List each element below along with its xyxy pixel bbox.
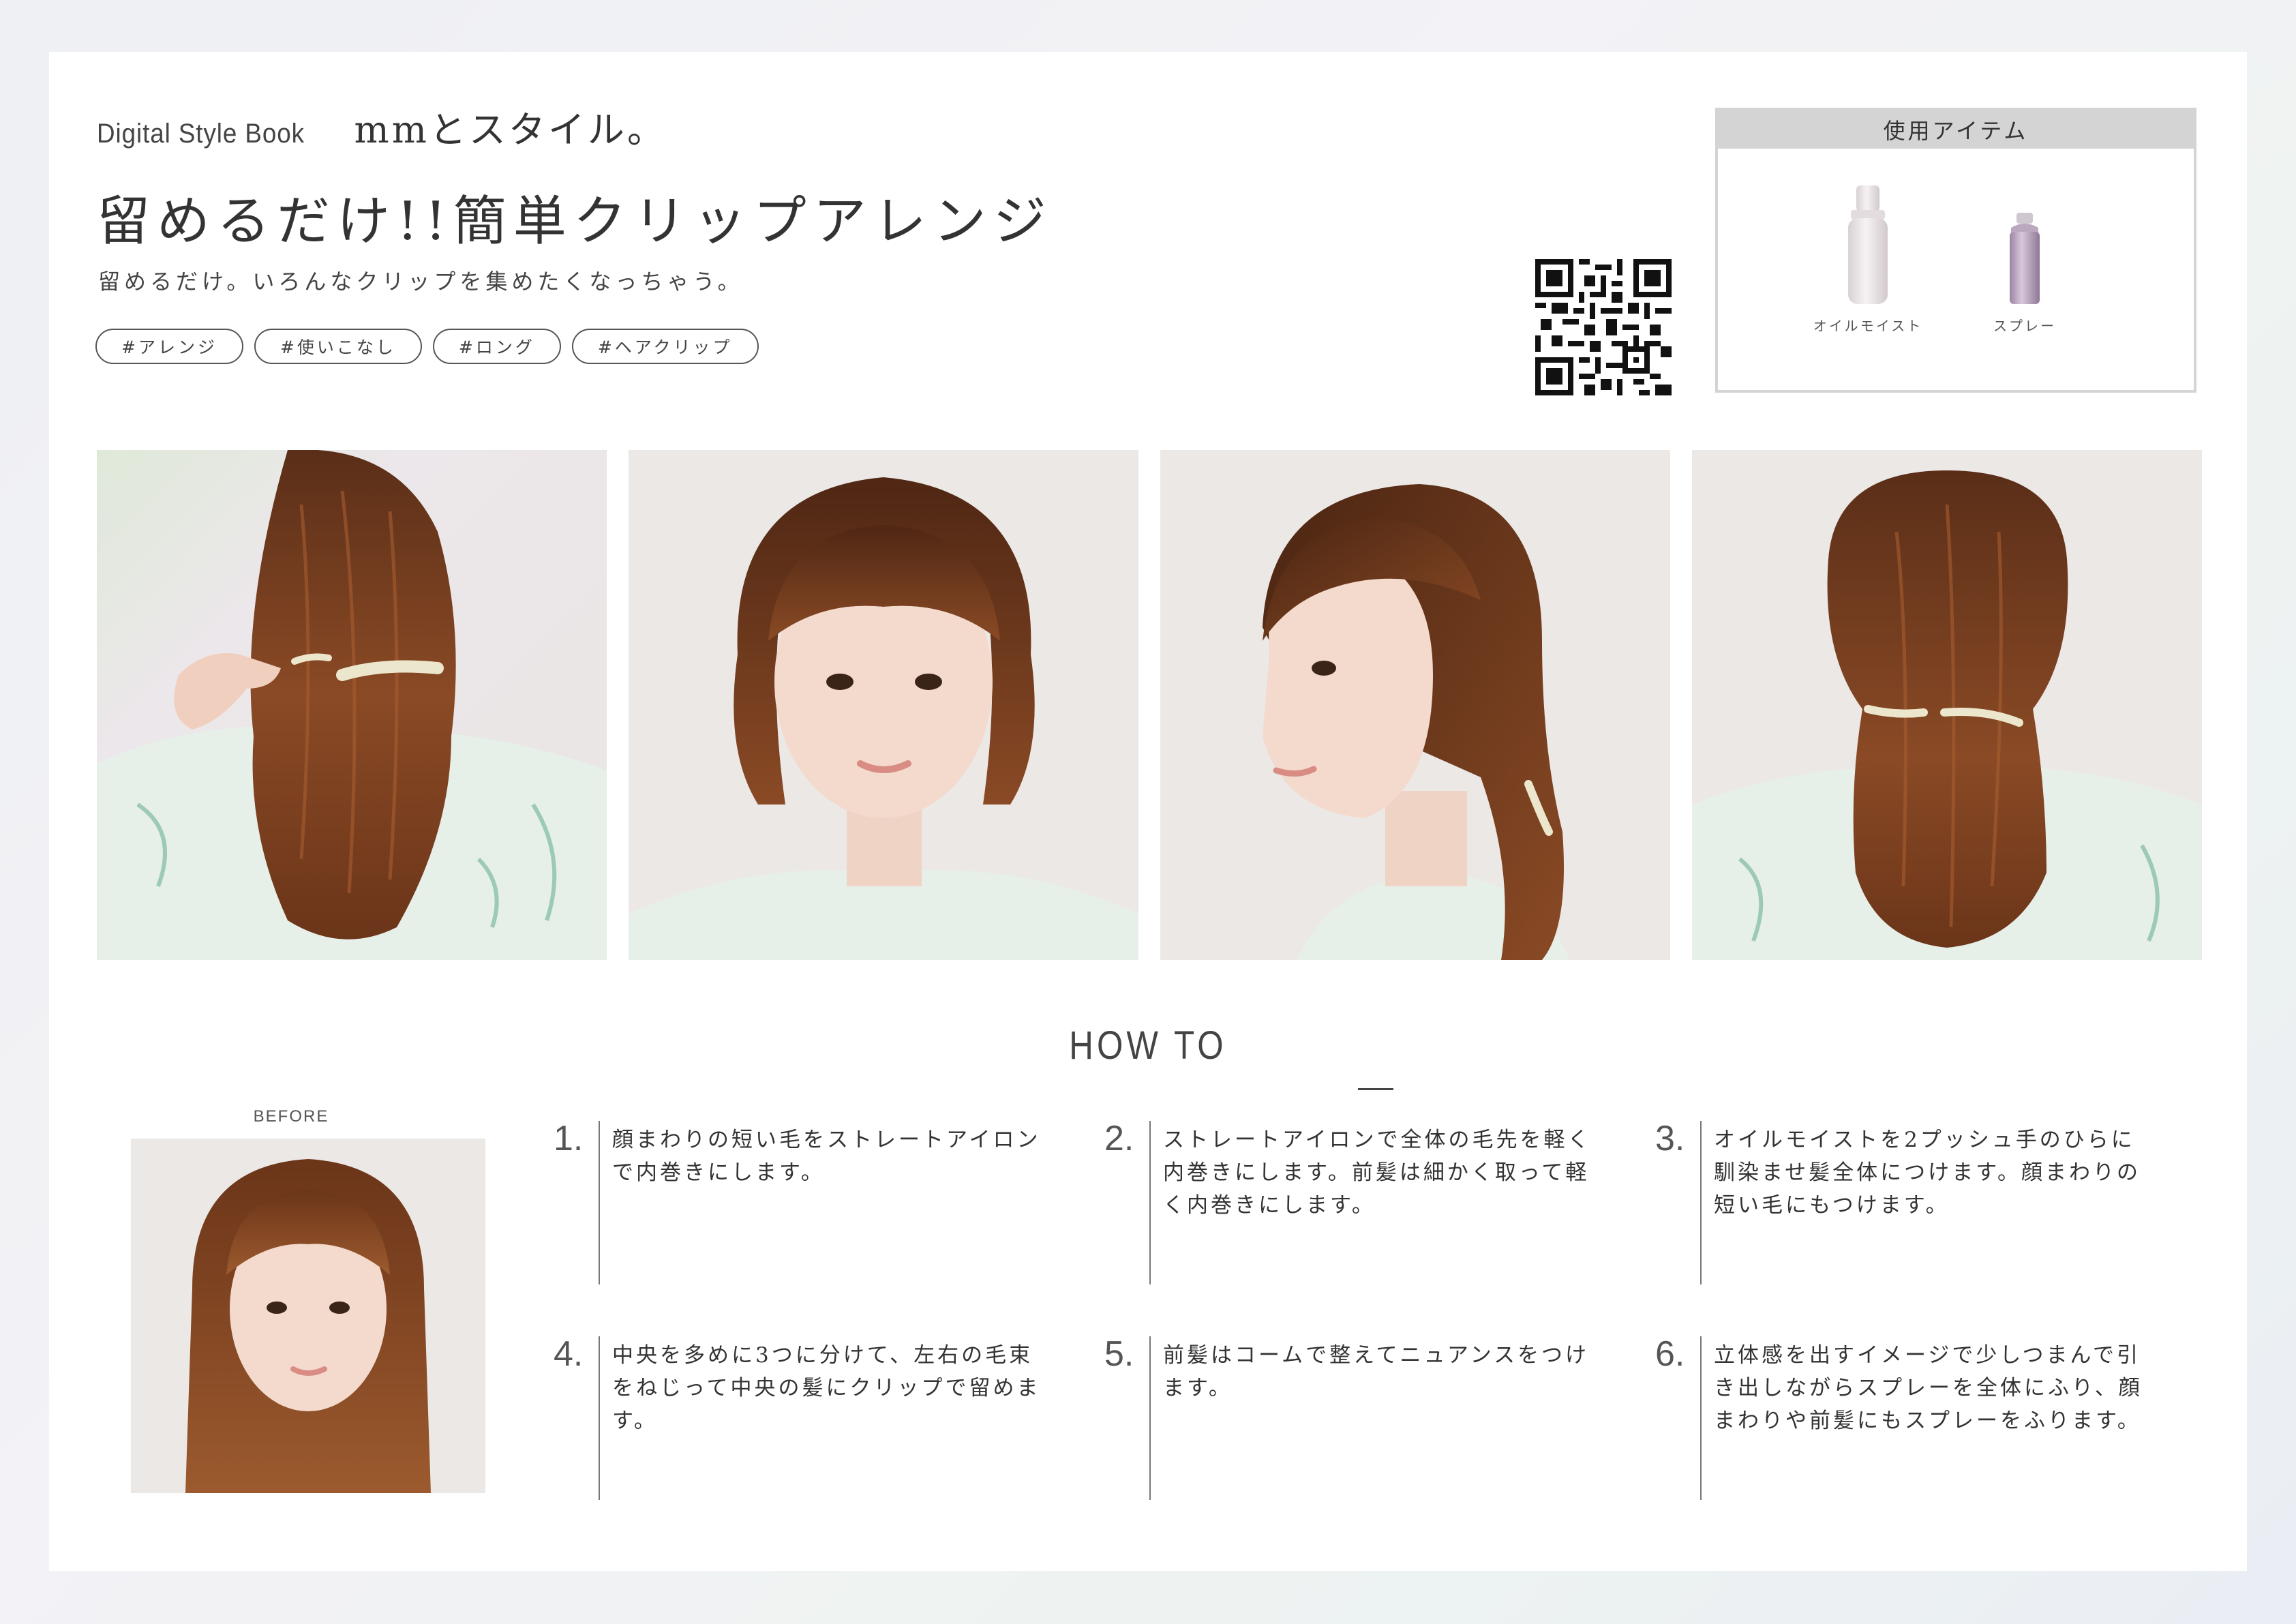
step-text: 立体感を出すイメージで少しつまんで引き出しながらスプレーを全体にふり、顔まわりや… <box>1714 1343 2143 1433</box>
step-number: 3. <box>1655 1119 1685 1158</box>
step-divider <box>1700 1121 1702 1284</box>
used-items-heading: 使用アイテム <box>1718 110 2194 149</box>
step-divider <box>599 1336 600 1500</box>
step-text: ストレートアイロンで全体の毛先を軽く内巻きにします。前髪は細かく取って軽く内巻き… <box>1163 1128 1592 1218</box>
style-photo-gallery <box>97 450 2203 961</box>
photo-side-icon[interactable] <box>1160 450 1670 960</box>
page-subtitle: 留めるだけ。いろんなクリップを集めたくなっちゃう。 <box>98 269 744 295</box>
step-number: 1. <box>554 1119 584 1158</box>
step-divider <box>1149 1121 1151 1284</box>
tag-hair-clip[interactable]: #ヘアクリップ <box>571 329 759 364</box>
used-items-panel: 使用アイテム オイルモイスト スプレー <box>1715 108 2196 393</box>
photo-back-clip-icon[interactable] <box>97 450 607 960</box>
step-divider <box>1700 1336 1702 1500</box>
step-text: 顔まわりの短い毛をストレートアイロンで内巻きにします。 <box>612 1128 1041 1185</box>
step-text: 前髪はコームで整えてニュアンスをつけます。 <box>1163 1343 1590 1400</box>
howto-step-3: 3. オイルモイストを2プッシュ手のひらに馴染ませ髪全体につけます。顔まわりの短… <box>1655 1119 2173 1284</box>
brand-english: Digital Style Book <box>97 119 305 149</box>
product-label-spray: スプレー <box>1993 318 2056 334</box>
product-label-oil: オイルモイスト <box>1813 318 1923 334</box>
step-number: 5. <box>1104 1334 1134 1374</box>
qr-code-icon[interactable] <box>1535 259 1672 395</box>
product-spray[interactable]: スプレー <box>1970 213 2079 335</box>
step-divider <box>1149 1336 1151 1500</box>
tag-usage[interactable]: #使いこなし <box>254 329 422 364</box>
howto-step-2: 2. ストレートアイロンで全体の毛先を軽く内巻きにします。前髪は細かく取って軽く… <box>1104 1119 1622 1284</box>
tag-long[interactable]: #ロング <box>432 329 561 364</box>
tag-list: #アレンジ #使いこなし #ロング #ヘアクリップ <box>95 329 759 364</box>
step-number: 2. <box>1104 1119 1134 1158</box>
before-label: BEFORE <box>253 1107 329 1126</box>
page-title: 留めるだけ!!簡単クリップアレンジ <box>97 191 1053 252</box>
before-photo-icon[interactable] <box>131 1139 485 1493</box>
step-number: 6. <box>1655 1334 1685 1374</box>
spray-can-icon <box>2010 213 2040 304</box>
product-oil-moist[interactable]: オイルモイスト <box>1813 185 1922 335</box>
howto-heading: HOW TO <box>1069 1023 1227 1068</box>
howto-step-1: 1. 顔まわりの短い毛をストレートアイロンで内巻きにします。 <box>554 1119 1072 1284</box>
step-text: 中央を多めに3つに分けて、左右の毛束をねじって中央の髪にクリップで留めます。 <box>612 1343 1041 1433</box>
howto-step-5: 5. 前髪はコームで整えてニュアンスをつけます。 <box>1104 1334 1622 1500</box>
oil-bottle-icon <box>1848 185 1888 304</box>
style-book-card: Digital Style Book mmとスタイル。 留めるだけ!!簡単クリッ… <box>49 52 2247 1571</box>
howto-step-6: 6. 立体感を出すイメージで少しつまんで引き出しながらスプレーを全体にふり、顔ま… <box>1655 1334 2173 1500</box>
brand: Digital Style Book mmとスタイル。 <box>97 100 667 153</box>
step-divider <box>599 1121 600 1284</box>
howto-divider <box>1358 1088 1393 1090</box>
photo-back-icon[interactable] <box>1692 450 2202 960</box>
photo-front-icon[interactable] <box>629 450 1138 960</box>
tag-arrange[interactable]: #アレンジ <box>95 329 243 364</box>
howto-step-4: 4. 中央を多めに3つに分けて、左右の毛束をねじって中央の髪にクリップで留めます… <box>554 1334 1072 1500</box>
step-number: 4. <box>554 1334 584 1374</box>
step-text: オイルモイストを2プッシュ手のひらに馴染ませ髪全体につけます。顔まわりの短い毛に… <box>1714 1128 2141 1218</box>
brand-japanese: mmとスタイル。 <box>354 108 667 151</box>
